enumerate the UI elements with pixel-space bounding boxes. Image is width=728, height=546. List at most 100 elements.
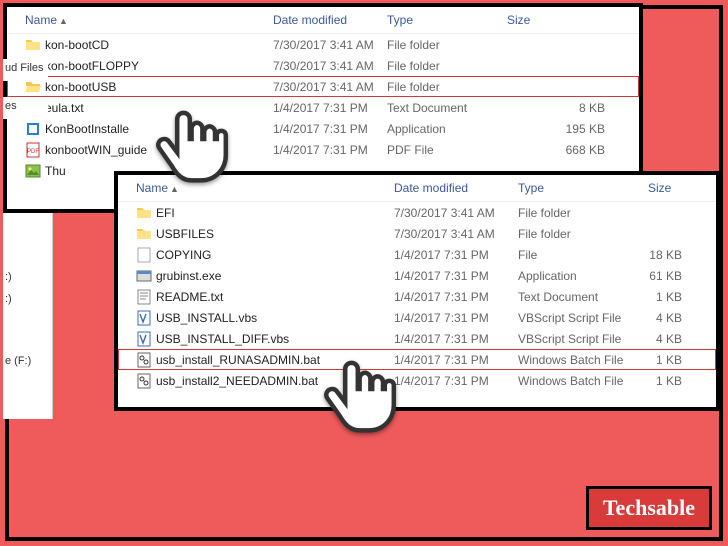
file-name: USBFILES bbox=[156, 227, 214, 241]
file-date: 1/4/2017 7:31 PM bbox=[394, 311, 518, 325]
outer-frame: :) :) e (F:) Name▲ Date modified Type Si… bbox=[5, 5, 723, 541]
file-date: 7/30/2017 3:41 AM bbox=[273, 59, 387, 73]
file-type: VBScript Script File bbox=[518, 332, 648, 346]
file-row[interactable]: EFI 7/30/2017 3:41 AMFile folder bbox=[118, 202, 716, 223]
file-type: File folder bbox=[518, 206, 648, 220]
file-name: kon-bootFLOPPY bbox=[45, 59, 139, 73]
file-type: Text Document bbox=[518, 290, 648, 304]
sidebar-item[interactable]: :) bbox=[5, 271, 50, 293]
column-name-header[interactable]: Name▲ bbox=[25, 13, 273, 27]
file-name: USB_INSTALL_DIFF.vbs bbox=[156, 332, 289, 346]
file-name: KonBootInstalle bbox=[45, 122, 129, 136]
sidebar-item[interactable] bbox=[5, 213, 50, 231]
file-size: 1 KB bbox=[648, 374, 716, 388]
sidebar-item[interactable] bbox=[5, 315, 50, 355]
file-date: 7/30/2017 3:41 AM bbox=[273, 38, 387, 52]
file-type: Windows Batch File bbox=[518, 374, 648, 388]
file-row[interactable]: kon-bootCD 7/30/2017 3:41 AMFile folder bbox=[7, 34, 639, 55]
file-row[interactable]: USB_INSTALL.vbs 1/4/2017 7:31 PMVBScript … bbox=[118, 307, 716, 328]
file-icon bbox=[136, 247, 152, 263]
sidebar-item[interactable]: ud Files bbox=[3, 59, 48, 81]
file-type: PDF File bbox=[387, 143, 507, 157]
column-name-label: Name bbox=[25, 13, 57, 27]
file-name: usb_install_RUNASADMIN.bat bbox=[156, 353, 320, 367]
file-name: README.txt bbox=[156, 290, 223, 304]
file-type: Application bbox=[387, 122, 507, 136]
file-date: 1/4/2017 7:31 PM bbox=[273, 143, 387, 157]
file-type: Text Document bbox=[387, 101, 507, 115]
column-size-header[interactable]: Size bbox=[648, 181, 716, 195]
file-date: 7/30/2017 3:41 AM bbox=[273, 80, 387, 94]
file-type: Windows Batch File bbox=[518, 353, 648, 367]
vbs-icon bbox=[136, 331, 152, 347]
file-row[interactable]: usb_install2_NEEDADMIN.bat 1/4/2017 7:31 … bbox=[118, 370, 716, 391]
file-type: File folder bbox=[387, 38, 507, 52]
file-list-child: EFI 7/30/2017 3:41 AMFile folder USBFILES 7… bbox=[118, 202, 716, 391]
file-type: File folder bbox=[518, 227, 648, 241]
file-list-parent: kon-bootCD7/30/2017 3:41 AMFile folderko… bbox=[7, 34, 639, 181]
column-headers: Name▲ Date modified Type Size bbox=[118, 175, 716, 202]
file-row[interactable]: kon-bootUSB 7/30/2017 3:41 AMFile folder bbox=[7, 76, 639, 97]
file-name: COPYING bbox=[156, 248, 211, 262]
file-date: 1/4/2017 7:31 PM bbox=[394, 290, 518, 304]
file-row[interactable]: COPYING 1/4/2017 7:31 PMFile18 KB bbox=[118, 244, 716, 265]
file-date: 1/4/2017 7:31 PM bbox=[394, 269, 518, 283]
file-date: 1/4/2017 7:31 PM bbox=[394, 332, 518, 346]
file-name: USB_INSTALL.vbs bbox=[156, 311, 257, 325]
column-name-header[interactable]: Name▲ bbox=[136, 181, 394, 195]
file-date: 7/30/2017 3:41 AM bbox=[394, 206, 518, 220]
column-type-header[interactable]: Type bbox=[387, 13, 507, 27]
column-size-header[interactable]: Size bbox=[507, 13, 639, 27]
sort-asc-icon: ▲ bbox=[59, 16, 68, 26]
explorer-window-child: Name▲ Date modified Type Size EFI 7/30/20… bbox=[114, 171, 720, 411]
file-size: 195 KB bbox=[507, 122, 639, 136]
folder-icon bbox=[136, 205, 152, 221]
file-date: 1/4/2017 7:31 PM bbox=[394, 353, 518, 367]
sort-asc-icon: ▲ bbox=[170, 184, 179, 194]
app-icon bbox=[25, 121, 41, 137]
sidebar-item[interactable]: :) bbox=[5, 293, 50, 315]
sidebar-item[interactable]: es bbox=[3, 97, 48, 119]
column-date-header[interactable]: Date modified bbox=[394, 181, 518, 195]
file-date: 1/4/2017 7:31 PM bbox=[394, 248, 518, 262]
file-size: 668 KB bbox=[507, 143, 639, 157]
column-type-header[interactable]: Type bbox=[518, 181, 648, 195]
file-type: VBScript Script File bbox=[518, 311, 648, 325]
file-row[interactable]: konbootWIN_guide1/4/2017 7:31 PMPDF File… bbox=[7, 139, 639, 160]
file-row[interactable]: grubinst.exe1/4/2017 7:31 PMApplication6… bbox=[118, 265, 716, 286]
file-row[interactable]: USBFILES 7/30/2017 3:41 AMFile folder bbox=[118, 223, 716, 244]
file-size: 4 KB bbox=[648, 311, 716, 325]
file-row[interactable]: README.txt 1/4/2017 7:31 PMText Document1… bbox=[118, 286, 716, 307]
folder-icon bbox=[25, 37, 41, 53]
file-date: 1/4/2017 7:31 PM bbox=[394, 374, 518, 388]
column-name-label: Name bbox=[136, 181, 168, 195]
file-row[interactable]: eula.txt1/4/2017 7:31 PMText Document8 K… bbox=[7, 97, 639, 118]
file-date: 1/4/2017 7:31 PM bbox=[273, 101, 387, 115]
file-name: Thu bbox=[45, 164, 66, 178]
column-headers: Name▲ Date modified Type Size bbox=[7, 7, 639, 34]
column-date-header[interactable]: Date modified bbox=[273, 13, 387, 27]
file-type: File folder bbox=[387, 80, 507, 94]
file-date: 7/30/2017 3:41 AM bbox=[394, 227, 518, 241]
file-row[interactable]: usb_install_RUNASADMIN.bat 1/4/2017 7:31 … bbox=[118, 349, 716, 370]
file-type: File folder bbox=[387, 59, 507, 73]
bat-icon bbox=[136, 352, 152, 368]
file-size: 18 KB bbox=[648, 248, 716, 262]
file-name: kon-bootCD bbox=[45, 38, 109, 52]
file-name: kon-bootUSB bbox=[45, 80, 116, 94]
file-type: File bbox=[518, 248, 648, 262]
file-row[interactable]: KonBootInstalle1/4/2017 7:31 PMApplicati… bbox=[7, 118, 639, 139]
file-name: usb_install2_NEEDADMIN.bat bbox=[156, 374, 318, 388]
folder-icon bbox=[136, 226, 152, 242]
file-row[interactable]: kon-bootFLOPPY 7/30/2017 3:41 AMFile fold… bbox=[7, 55, 639, 76]
file-name: grubinst.exe bbox=[156, 269, 221, 283]
sidebar-item[interactable] bbox=[5, 231, 50, 271]
file-row[interactable]: USB_INSTALL_DIFF.vbs 1/4/2017 7:31 PMVBSc… bbox=[118, 328, 716, 349]
file-name: EFI bbox=[156, 206, 175, 220]
pdf-icon bbox=[25, 142, 41, 158]
file-name: eula.txt bbox=[45, 101, 84, 115]
txt-icon bbox=[136, 289, 152, 305]
file-size: 1 KB bbox=[648, 290, 716, 304]
sidebar-item[interactable]: e (F:) bbox=[5, 355, 50, 377]
file-size: 4 KB bbox=[648, 332, 716, 346]
